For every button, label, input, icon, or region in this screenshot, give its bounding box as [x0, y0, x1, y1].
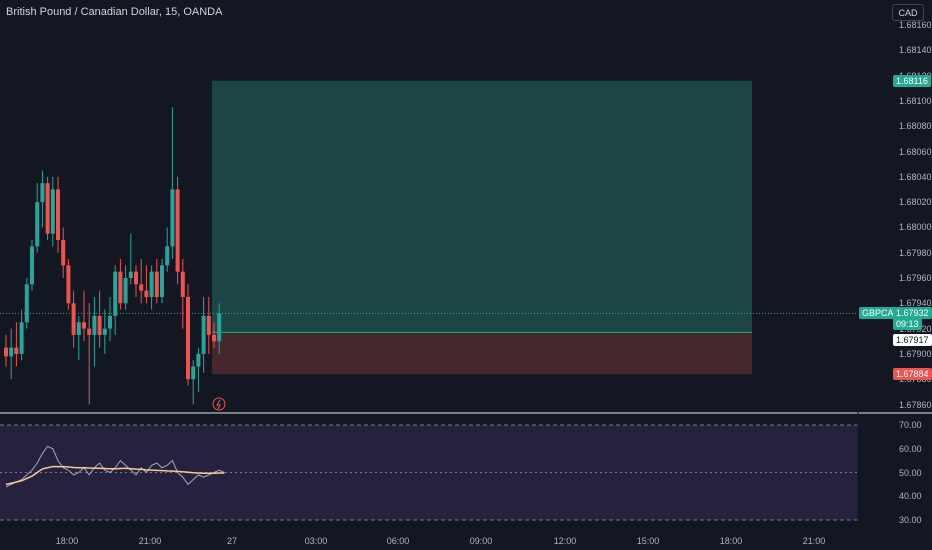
candle-body: [217, 313, 222, 342]
candle-body: [139, 284, 144, 291]
candle-body: [56, 189, 60, 241]
candle-body: [154, 271, 159, 297]
candle-body: [196, 353, 201, 367]
time-tick-label: 21:00: [138, 536, 162, 546]
candle-body: [113, 271, 118, 316]
time-tick-label: 03:00: [304, 536, 328, 546]
candle-body: [170, 189, 175, 247]
candle-body: [45, 183, 50, 234]
time-tick-label: 06:00: [386, 536, 410, 546]
candle-body: [92, 315, 97, 335]
rsi-tick-label: 30.00: [899, 515, 922, 525]
candle-body: [165, 246, 170, 266]
candle-body: [134, 271, 138, 285]
price-tick-label: 1.68160: [899, 20, 932, 30]
candle-body: [108, 315, 112, 329]
time-tick-label: 15:00: [636, 536, 660, 546]
bar-countdown-label: 09:13: [893, 318, 922, 331]
candle-body: [160, 265, 164, 297]
candle-body: [123, 278, 128, 304]
flash-alert-icon[interactable]: [212, 397, 226, 411]
candle-body: [97, 315, 102, 335]
candle-body: [71, 303, 76, 335]
price-tick-label: 1.67860: [899, 399, 932, 410]
time-tick-label: 09:00: [469, 536, 493, 546]
rsi-tick-label: 70.00: [899, 420, 922, 430]
candle-body: [201, 315, 206, 354]
candle-body: [24, 284, 29, 323]
stop-price-label: 1.67884: [893, 368, 932, 381]
long-position-profit-zone[interactable]: [212, 80, 752, 333]
candle-body: [149, 271, 154, 297]
time-tick-label: 27: [226, 536, 238, 546]
price-tick-label: 1.68140: [899, 45, 932, 56]
chart-title: British Pound / Canadian Dollar, 15, OAN…: [6, 6, 223, 18]
rsi-tick-label: 50.00: [899, 467, 922, 478]
candle-body: [175, 189, 180, 272]
candle-body: [61, 240, 66, 266]
candle-body: [82, 322, 86, 329]
candle-body: [9, 347, 14, 357]
price-tick-label: 1.67900: [899, 348, 932, 359]
chart-canvas[interactable]: [0, 0, 932, 550]
price-tick-label: 1.68040: [899, 171, 932, 182]
candle-body: [4, 347, 8, 357]
price-tick-label: 1.68020: [899, 197, 932, 208]
time-tick-label: 12:00: [553, 536, 577, 546]
candle-body: [206, 315, 211, 335]
target-price-label: 1.68116: [893, 74, 931, 87]
candle-body: [180, 271, 185, 297]
price-tick-label: 1.68100: [899, 95, 932, 106]
candle-body: [30, 246, 34, 285]
time-tick-label: 18:00: [719, 536, 743, 546]
candle-body: [19, 322, 24, 354]
candle-body: [14, 347, 19, 354]
candle-body: [144, 290, 149, 297]
candle-body: [50, 189, 55, 234]
candle-body: [212, 334, 216, 342]
candle-body: [40, 183, 45, 203]
price-tick-label: 1.68080: [899, 121, 932, 132]
candle-body: [102, 328, 107, 335]
candle-body: [186, 296, 190, 380]
candle-body: [66, 265, 71, 304]
price-tick-label: 1.68060: [899, 146, 932, 157]
entry-price-label: 1.67917: [893, 334, 932, 347]
currency-button[interactable]: CAD: [892, 4, 924, 21]
rsi-band: [0, 425, 858, 520]
price-tick-label: 1.68000: [899, 222, 932, 233]
price-tick-label: 1.67980: [899, 247, 932, 258]
candle-body: [191, 366, 196, 380]
candle-body: [76, 322, 81, 335]
long-position-loss-zone[interactable]: [212, 332, 752, 375]
candle-body: [87, 328, 92, 335]
candle-body: [118, 271, 123, 304]
candle-body: [128, 271, 133, 278]
rsi-tick-label: 40.00: [899, 491, 922, 502]
rsi-tick-label: 60.00: [899, 443, 922, 454]
time-tick-label: 21:00: [802, 536, 826, 546]
time-tick-label: 18:00: [55, 536, 79, 546]
candle-body: [35, 202, 40, 247]
price-tick-label: 1.67960: [899, 273, 932, 283]
